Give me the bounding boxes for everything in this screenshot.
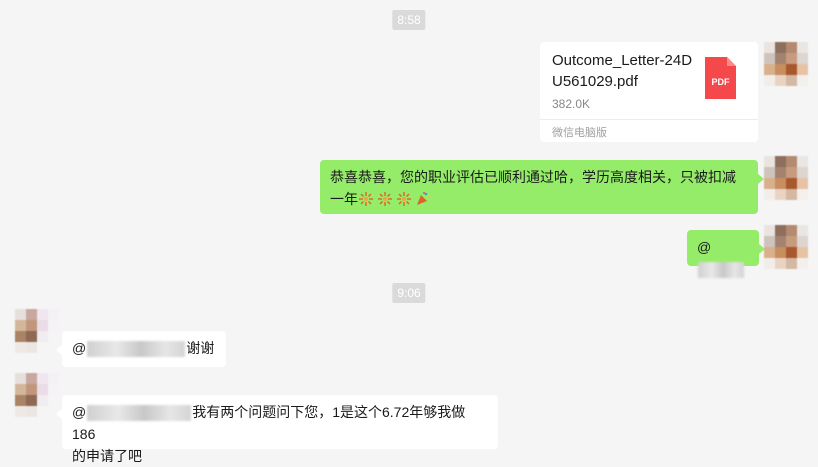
file-message-card[interactable]: Outcome_Letter-24DU561029.pdf PDF 382.0K… (540, 42, 758, 142)
timestamp: 8:58 (392, 10, 426, 30)
file-name: Outcome_Letter-24DU561029.pdf (552, 52, 693, 90)
file-source-label: 微信电脑版 (552, 127, 607, 139)
outgoing-message-bubble[interactable]: 恭喜恭喜，您的职业评估已顺利通过哈，学历高度相关，只被扣减一年 (320, 160, 764, 214)
avatar[interactable] (764, 156, 808, 200)
file-size: 382.0K (552, 97, 591, 111)
avatar[interactable] (15, 309, 59, 353)
avatar[interactable] (15, 373, 59, 417)
mention-prefix: @ (697, 239, 712, 255)
outgoing-message-bubble[interactable]: @ (687, 230, 765, 279)
incoming-message-bubble[interactable]: @ 我有两个问题问下您，1是这个6.72年够我做186 的申请了吧 (56, 395, 498, 464)
chat-history: 8:58 Outcome_Letter-24DU561029.pdf PDF 3… (0, 0, 818, 464)
pdf-icon-label: PDF (712, 77, 731, 87)
fireworks-icon (397, 192, 411, 206)
fireworks-icon (378, 192, 392, 206)
pdf-file-icon: PDF (705, 57, 736, 99)
redacted-name (698, 262, 744, 279)
party-popper-icon (417, 192, 431, 205)
message-text-line2: 的申请了吧 (72, 448, 142, 464)
message-text: 谢谢 (186, 340, 215, 356)
avatar[interactable] (764, 42, 808, 86)
divider (540, 119, 758, 120)
mention-prefix: @ (72, 404, 87, 420)
redacted-name (87, 405, 192, 422)
redacted-name (87, 341, 186, 358)
fireworks-icon (359, 192, 373, 206)
avatar[interactable] (764, 225, 808, 269)
incoming-message-bubble[interactable]: @ 谢谢 (56, 331, 226, 367)
timestamp: 9:06 (392, 283, 426, 303)
mention-prefix: @ (72, 340, 87, 356)
